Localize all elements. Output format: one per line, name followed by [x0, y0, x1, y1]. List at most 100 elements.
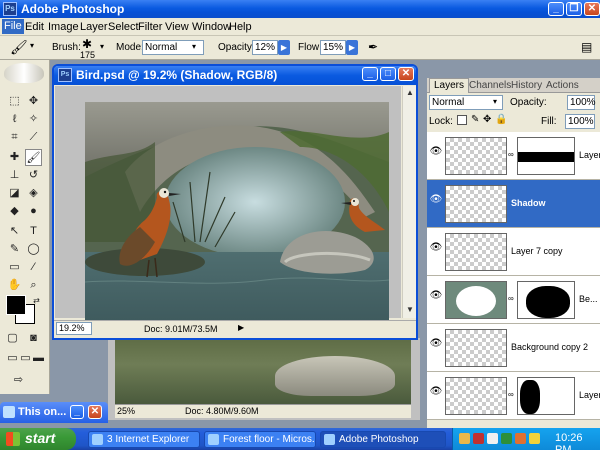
chevron-down-icon[interactable]: ▾	[30, 41, 34, 50]
blur-tool-icon[interactable]: ◆	[6, 203, 23, 220]
clone-stamp-icon[interactable]: ⊥	[6, 167, 23, 184]
layer-row[interactable]: 👁 Background copy 2	[427, 324, 600, 372]
menu-window[interactable]: Window	[192, 21, 231, 33]
document-title-bar[interactable]: Ps Bird.psd @ 19.2% (Shadow, RGB/8) _ □ …	[54, 66, 416, 85]
blend-mode-select[interactable]: Normal	[429, 95, 503, 110]
paint-bucket-icon[interactable]: ◈	[25, 185, 42, 202]
flow-input[interactable]: 15%	[320, 40, 346, 55]
slice-tool-icon[interactable]: ⟋	[25, 129, 42, 146]
menu-help[interactable]: Help	[229, 21, 252, 33]
opacity-input[interactable]: 12%	[252, 40, 278, 55]
notes-tool-icon[interactable]: ▭	[6, 259, 23, 276]
restore-button[interactable]: ❐	[566, 2, 582, 16]
document-window-bird[interactable]: Ps Bird.psd @ 19.2% (Shadow, RGB/8) _ □ …	[52, 64, 418, 340]
taskbar-photoshop[interactable]: Adobe Photoshop	[320, 431, 446, 448]
zoom-field[interactable]: 19.2%	[56, 322, 92, 335]
hand-tool-icon[interactable]: ✋	[6, 277, 23, 294]
eye-icon[interactable]: 👁	[429, 242, 443, 258]
eye-icon[interactable]: 👁	[429, 290, 443, 306]
mini-close-button[interactable]: ✕	[88, 405, 102, 419]
flow-slider-button[interactable]: ▶	[346, 40, 358, 55]
tray-volume-icon[interactable]	[487, 433, 498, 444]
healing-brush-icon[interactable]: ✚	[6, 149, 23, 166]
tab-channels[interactable]: Channels	[469, 80, 511, 91]
airbrush-icon[interactable]: ✒	[368, 40, 378, 54]
tray-update-icon[interactable]	[515, 433, 526, 444]
mini-minimize-button[interactable]: _	[70, 405, 84, 419]
lock-position-icon[interactable]: ✥	[483, 114, 491, 125]
lasso-tool-icon[interactable]: ℓ	[6, 111, 23, 128]
magic-wand-icon[interactable]: ✧	[25, 111, 42, 128]
dodge-tool-icon[interactable]: ●	[25, 203, 42, 220]
history-brush-icon[interactable]: ↺	[25, 167, 42, 184]
standard-mode-icon[interactable]: ▢	[4, 330, 21, 347]
tray-network-icon[interactable]	[501, 433, 512, 444]
status-menu-arrow-icon[interactable]: ▶	[238, 323, 244, 332]
lock-transparency-icon[interactable]	[457, 115, 467, 125]
canvas-area[interactable]	[55, 86, 401, 320]
path-selection-icon[interactable]: ↖	[6, 223, 23, 240]
scroll-down-icon[interactable]: ▼	[404, 304, 416, 316]
brush-tool-icon[interactable]: 🖌	[25, 149, 42, 166]
menu-filter[interactable]: Filter	[138, 21, 162, 33]
mode-chevron-icon[interactable]: ▾	[192, 42, 196, 51]
palette-well-icon[interactable]: ▤	[581, 40, 592, 54]
clock[interactable]: 10:26 PM	[555, 432, 600, 450]
floating-window[interactable]: This on... _ ✕	[0, 402, 108, 423]
type-tool-icon[interactable]: T	[25, 223, 42, 240]
brush-picker-chevron-icon[interactable]: ▾	[100, 42, 104, 51]
foreground-color-swatch[interactable]	[6, 295, 26, 315]
eye-icon[interactable]: 👁	[429, 146, 443, 162]
eye-icon[interactable]: 👁	[429, 386, 443, 402]
doc-close-button[interactable]: ✕	[398, 67, 414, 81]
taskbar-internet-explorer[interactable]: 3 Internet Explorer	[88, 431, 200, 448]
layer-row[interactable]: 👁 ∞ Layer	[427, 372, 600, 420]
pen-tool-icon[interactable]: ✎	[6, 241, 23, 258]
menu-edit[interactable]: Edit	[25, 21, 44, 33]
taskbar-word[interactable]: Forest floor - Micros...	[204, 431, 316, 448]
tray-security-icon[interactable]	[473, 433, 484, 444]
tray-app-icon[interactable]	[459, 433, 470, 444]
scroll-up-icon[interactable]: ▲	[404, 87, 416, 99]
layer-opacity-input[interactable]: 100%	[567, 95, 596, 110]
lock-pixels-icon[interactable]: ✎	[471, 114, 479, 125]
menu-layer[interactable]: Layer	[80, 21, 108, 33]
lock-all-icon[interactable]: 🔒	[495, 114, 507, 125]
opacity-slider-button[interactable]: ▶	[278, 40, 290, 55]
jump-to-imageready-icon[interactable]: ⇨	[10, 372, 27, 389]
layer-row[interactable]: 👁 ∞ Be...	[427, 276, 600, 324]
tray-messenger-icon[interactable]	[529, 433, 540, 444]
document-window-forest[interactable]: 25% Doc: 4.80M/9.60M	[108, 338, 420, 420]
eye-icon[interactable]: 👁	[429, 194, 443, 210]
tab-history[interactable]: History	[511, 80, 542, 91]
layer-row[interactable]: 👁 ∞ Layer	[427, 132, 600, 180]
menu-image[interactable]: Image	[48, 21, 79, 33]
menu-file[interactable]: File	[2, 19, 24, 34]
fill-input[interactable]: 100%	[565, 114, 595, 129]
brush-preset-icon[interactable]: ✱	[82, 37, 92, 51]
layer-row-selected[interactable]: 👁 Shadow	[427, 180, 600, 228]
document2-zoom[interactable]: 25%	[117, 406, 135, 416]
tab-layers[interactable]: Layers	[429, 78, 470, 93]
shape-tool-icon[interactable]: ◯	[25, 241, 42, 258]
brush-tool-icon[interactable]: 🖌	[10, 39, 28, 56]
doc-minimize-button[interactable]: _	[362, 67, 378, 81]
menu-select[interactable]: Select	[108, 21, 139, 33]
move-tool-icon[interactable]: ✥	[25, 93, 42, 110]
doc-maximize-button[interactable]: □	[380, 67, 396, 81]
tab-actions[interactable]: Actions	[546, 80, 579, 91]
quick-mask-icon[interactable]: ◙	[25, 330, 42, 347]
eyedropper-icon[interactable]: ⁄	[25, 259, 42, 276]
close-button[interactable]: ✕	[584, 2, 600, 16]
marquee-tool-icon[interactable]: ⬚	[6, 93, 23, 110]
swap-colors-icon[interactable]: ⇄	[28, 292, 45, 309]
crop-tool-icon[interactable]: ⌗	[6, 129, 23, 146]
screen-mode-full-icon[interactable]: ▬	[30, 350, 47, 367]
eraser-tool-icon[interactable]: ◪	[6, 185, 23, 202]
vertical-scrollbar[interactable]: ▲ ▼	[402, 86, 416, 318]
menu-view[interactable]: View	[165, 21, 189, 33]
eye-icon[interactable]: 👁	[429, 338, 443, 354]
blend-chevron-icon[interactable]: ▾	[493, 97, 497, 106]
bird-photo[interactable]	[85, 102, 389, 320]
start-button[interactable]: start	[0, 428, 76, 450]
